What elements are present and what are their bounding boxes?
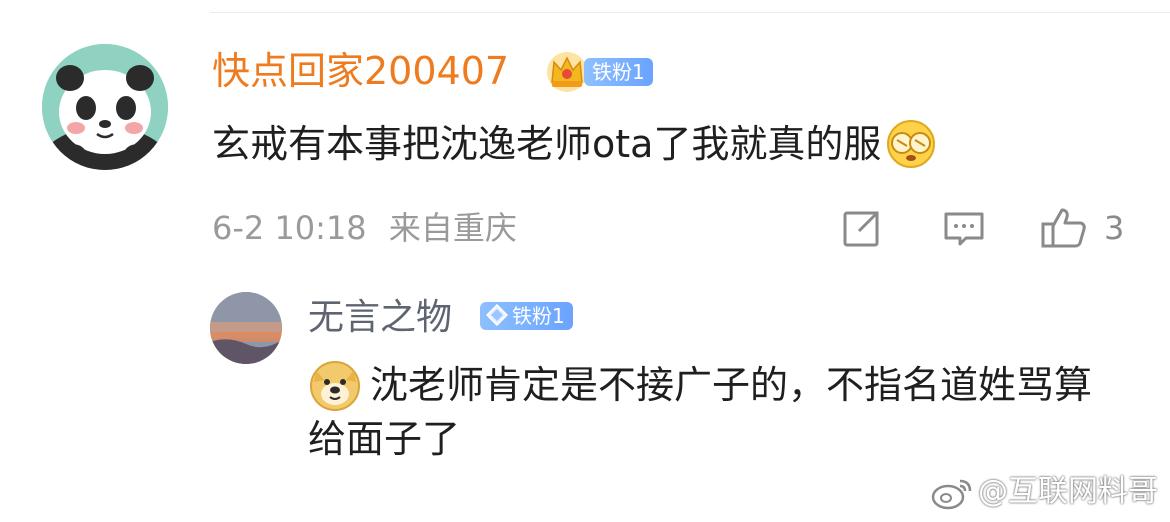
reply-text: 沈老师肯定是不接广子的，不指名道姓骂算给面子了 (308, 358, 1128, 466)
like-count: 3 (1104, 209, 1125, 247)
comment-text-content: 玄戒有本事把沈逸老师ota了我就真的服 (212, 122, 882, 166)
comment-icon[interactable] (942, 206, 986, 250)
top-divider (210, 12, 1170, 13)
reply-badge-label: 铁粉1 (512, 304, 565, 328)
diamond-icon (485, 303, 509, 327)
comment-text: 玄戒有本事把沈逸老师ota了我就真的服 (212, 118, 937, 170)
reply-author[interactable]: 无言之物 (308, 294, 452, 342)
doge-icon (308, 358, 362, 412)
like-icon[interactable] (1040, 206, 1088, 250)
face-covering-eyes-icon (885, 118, 937, 170)
weibo-icon (930, 475, 974, 511)
comment-meta: 6-2 10:18 来自重庆 (212, 206, 517, 250)
fan-badge[interactable]: 铁粉1 (584, 58, 653, 86)
reply-fan-badge[interactable]: 铁粉1 (480, 302, 573, 330)
watermark: @互联网料哥 (930, 472, 1158, 512)
reply-avatar[interactable] (210, 292, 282, 364)
comment-author[interactable]: 快点回家200407 (212, 46, 509, 96)
reply-text-content: 沈老师肯定是不接广子的，不指名道姓骂算给面子了 (308, 363, 1093, 461)
avatar[interactable] (42, 44, 168, 170)
timestamp: 6-2 10:18 (212, 209, 367, 247)
watermark-text: @互联网料哥 (978, 474, 1158, 509)
location: 来自重庆 (388, 209, 517, 247)
share-icon[interactable] (840, 206, 884, 250)
